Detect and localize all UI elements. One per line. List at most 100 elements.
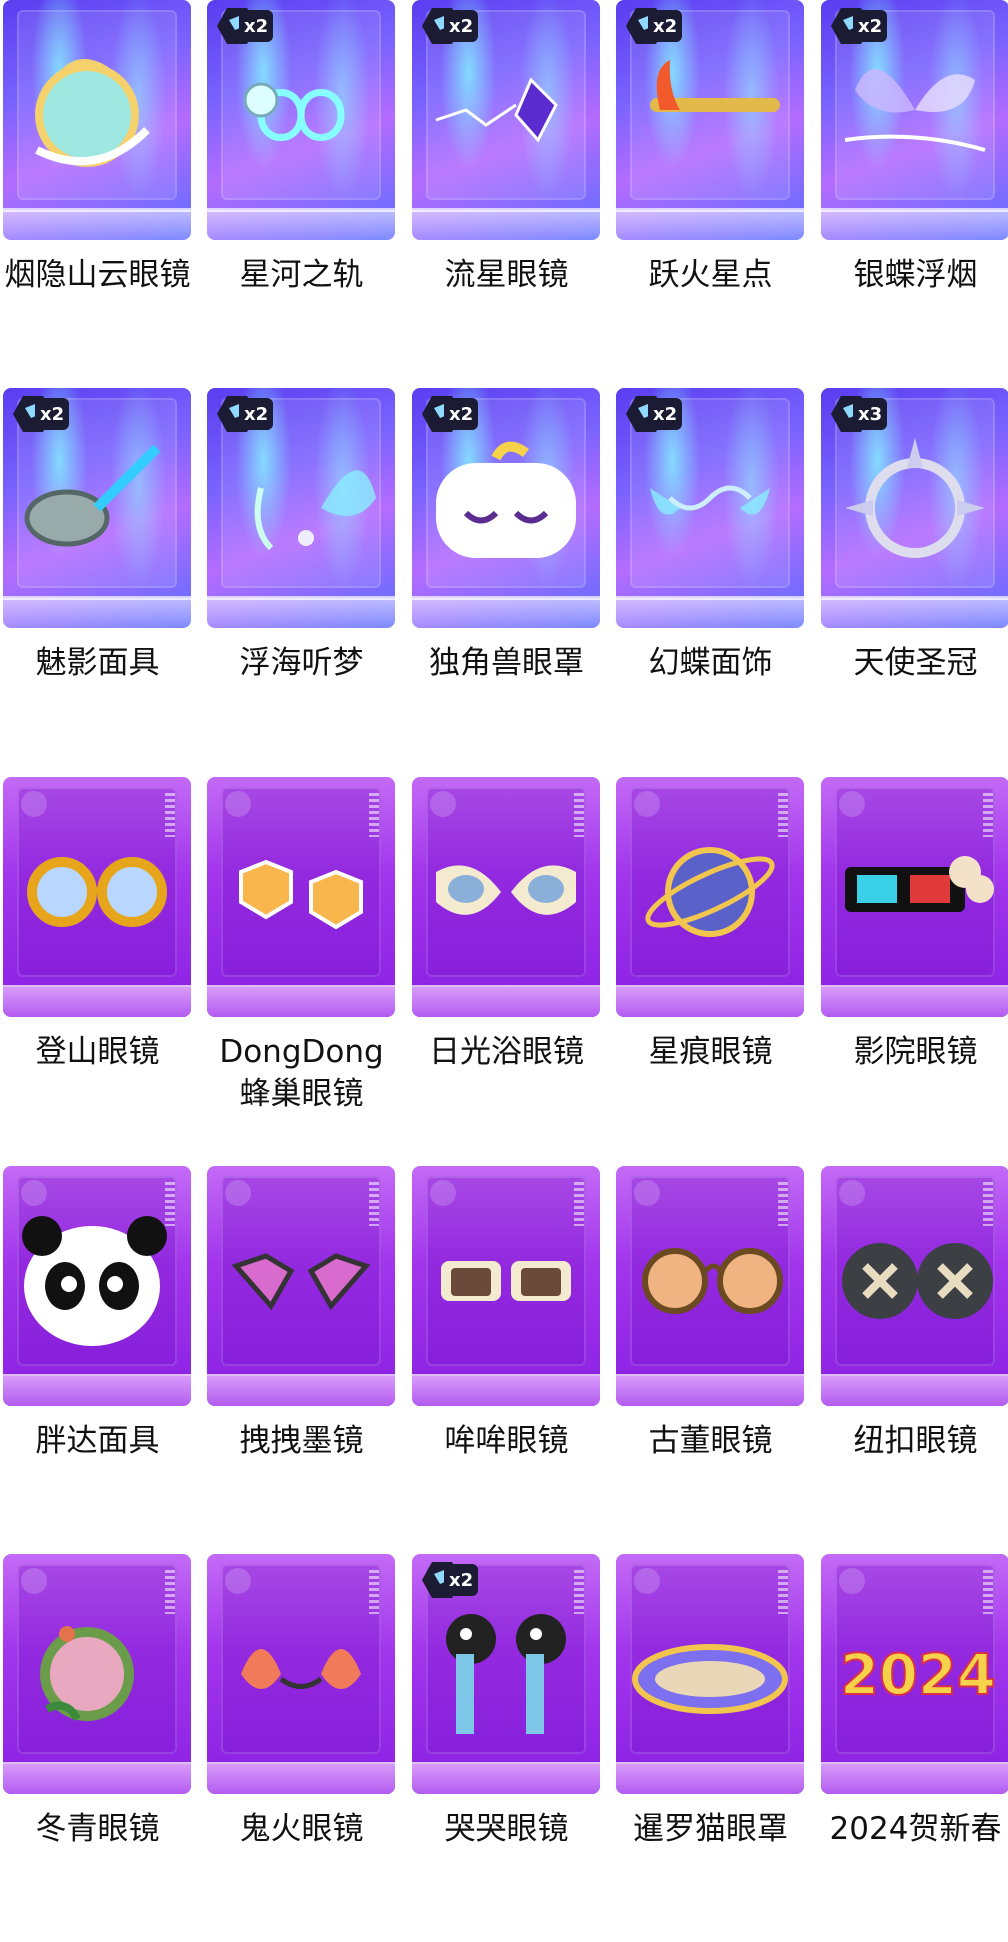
item-row: x2 魅影面具 x2 浮海听梦 x2 独角兽眼罩 x2 幻蝶面饰 x3 天使圣冠 <box>0 388 1008 776</box>
brand-logo-icon <box>225 1180 251 1206</box>
card-shelf <box>412 1376 600 1406</box>
item-tile[interactable]: 影院眼镜 <box>818 777 1008 1165</box>
quantity-badge: x2 <box>13 394 71 434</box>
card-shelf <box>821 598 1008 628</box>
item-tile[interactable]: x2 流星眼镜 <box>409 0 604 388</box>
item-name: 日光浴眼镜 <box>429 1034 584 1070</box>
item-card[interactable] <box>616 1166 804 1406</box>
card-shelf <box>616 987 804 1017</box>
brand-logo-icon <box>634 1568 660 1594</box>
card-shelf <box>3 1764 191 1794</box>
item-card[interactable] <box>207 1554 395 1794</box>
item-card[interactable] <box>616 1554 804 1794</box>
item-name: 哭哭眼镜 <box>444 1811 569 1847</box>
item-card[interactable] <box>207 1166 395 1406</box>
item-card[interactable]: x2 <box>207 388 395 628</box>
item-name: 2024贺新春 <box>829 1811 1002 1847</box>
quantity-badge-text: x2 <box>653 404 678 425</box>
card-shelf <box>3 210 191 240</box>
item-tile[interactable]: 日光浴眼镜 <box>409 777 604 1165</box>
card-shelf <box>207 1764 395 1794</box>
item-name: 胖达面具 <box>35 1423 160 1459</box>
meteor-glasses-icon <box>426 40 586 190</box>
item-card[interactable] <box>412 777 600 1017</box>
card-shelf <box>412 987 600 1017</box>
item-name: 拽拽墨镜 <box>239 1423 364 1459</box>
item-card[interactable] <box>3 1554 191 1794</box>
hiking-glasses-icon <box>17 817 177 967</box>
item-tile[interactable]: 鬼火眼镜 <box>204 1554 399 1942</box>
quantity-badge-text: x2 <box>449 16 474 37</box>
item-name: 星痕眼镜 <box>648 1034 773 1070</box>
item-tile[interactable]: x2 星河之轨 <box>204 0 399 388</box>
item-card[interactable] <box>821 1166 1008 1406</box>
quantity-badge-text: x2 <box>449 404 474 425</box>
item-name: 烟隐山云眼镜 <box>4 257 191 293</box>
quantity-badge: x2 <box>422 394 480 434</box>
sea-butterfly-glasses-icon <box>221 428 381 578</box>
item-tile[interactable]: x2 魅影面具 <box>0 388 195 776</box>
item-tile[interactable]: 古董眼镜 <box>613 1166 808 1554</box>
item-name: 影院眼镜 <box>853 1034 978 1070</box>
item-tile[interactable]: 冬青眼镜 <box>0 1554 195 1942</box>
item-card[interactable]: x2 <box>616 0 804 240</box>
item-card[interactable]: x3 <box>821 388 1008 628</box>
angel-crown-icon <box>835 428 995 578</box>
item-tile[interactable]: 烟隐山云眼镜 <box>0 0 195 388</box>
brand-logo-icon <box>839 1180 865 1206</box>
item-card[interactable] <box>3 1166 191 1406</box>
quantity-badge-text: x2 <box>40 404 65 425</box>
quantity-badge: x2 <box>422 1560 480 1600</box>
brand-logo-icon <box>21 1180 47 1206</box>
item-tile[interactable]: x2 跃火星点 <box>613 0 808 388</box>
item-tile[interactable]: x2 银蝶浮烟 <box>818 0 1008 388</box>
item-name: 哞哞眼镜 <box>444 1423 569 1459</box>
item-card[interactable]: x2 <box>412 0 600 240</box>
item-tile[interactable]: 胖达面具 <box>0 1166 195 1554</box>
item-row: 登山眼镜 DongDong蜂巢眼镜 日光浴眼镜 星痕眼镜 影院眼镜 <box>0 777 1008 1165</box>
item-tile[interactable]: 暹罗猫眼罩 <box>613 1554 808 1942</box>
item-tile[interactable]: x3 天使圣冠 <box>818 388 1008 776</box>
item-name: 魅影面具 <box>35 645 160 681</box>
card-shelf <box>616 598 804 628</box>
item-name: 古董眼镜 <box>648 1423 773 1459</box>
item-tile[interactable]: 纽扣眼镜 <box>818 1166 1008 1554</box>
item-card[interactable]: x2 <box>616 388 804 628</box>
item-tile[interactable]: 哞哞眼镜 <box>409 1166 604 1554</box>
brand-logo-icon <box>21 791 47 817</box>
item-card[interactable]: x2 <box>207 0 395 240</box>
item-card[interactable] <box>412 1166 600 1406</box>
item-tile[interactable]: x2 浮海听梦 <box>204 388 399 776</box>
item-tile[interactable]: 拽拽墨镜 <box>204 1166 399 1554</box>
quantity-badge-text: x2 <box>858 16 883 37</box>
item-card[interactable] <box>821 777 1008 1017</box>
item-card[interactable] <box>3 777 191 1017</box>
item-card[interactable]: x2 <box>412 388 600 628</box>
quantity-badge-text: x3 <box>858 404 883 425</box>
item-row: 胖达面具 拽拽墨镜 哞哞眼镜 古董眼镜 纽扣眼镜 <box>0 1166 1008 1554</box>
phantom-mask-icon <box>17 428 177 578</box>
item-row: 冬青眼镜 鬼火眼镜 x2 哭哭眼镜 暹罗猫眼罩 2024 2024贺新春 <box>0 1554 1008 1942</box>
item-card[interactable] <box>616 777 804 1017</box>
item-card[interactable]: x2 <box>821 0 1008 240</box>
item-name: 幻蝶面饰 <box>648 645 773 681</box>
brand-logo-icon <box>430 1180 456 1206</box>
item-card[interactable]: 2024 <box>821 1554 1008 1794</box>
item-card[interactable] <box>3 0 191 240</box>
item-tile[interactable]: x2 独角兽眼罩 <box>409 388 604 776</box>
item-card[interactable]: x2 <box>3 388 191 628</box>
item-name: 暹罗猫眼罩 <box>633 1811 788 1847</box>
2024-new-year-glasses-icon: 2024 <box>835 1594 997 1744</box>
quantity-badge-text: x2 <box>244 404 269 425</box>
item-card[interactable]: x2 <box>412 1554 600 1794</box>
item-card[interactable] <box>207 777 395 1017</box>
item-tile[interactable]: 星痕眼镜 <box>613 777 808 1165</box>
item-tile[interactable]: x2 哭哭眼镜 <box>409 1554 604 1942</box>
item-tile[interactable]: x2 幻蝶面饰 <box>613 388 808 776</box>
item-name: 跃火星点 <box>648 257 773 293</box>
cow-glasses-icon <box>426 1206 586 1356</box>
item-tile[interactable]: 登山眼镜 <box>0 777 195 1165</box>
item-tile[interactable]: 2024 2024贺新春 <box>818 1554 1008 1942</box>
quantity-badge-text: x2 <box>449 1570 474 1591</box>
item-tile[interactable]: DongDong蜂巢眼镜 <box>204 777 399 1165</box>
